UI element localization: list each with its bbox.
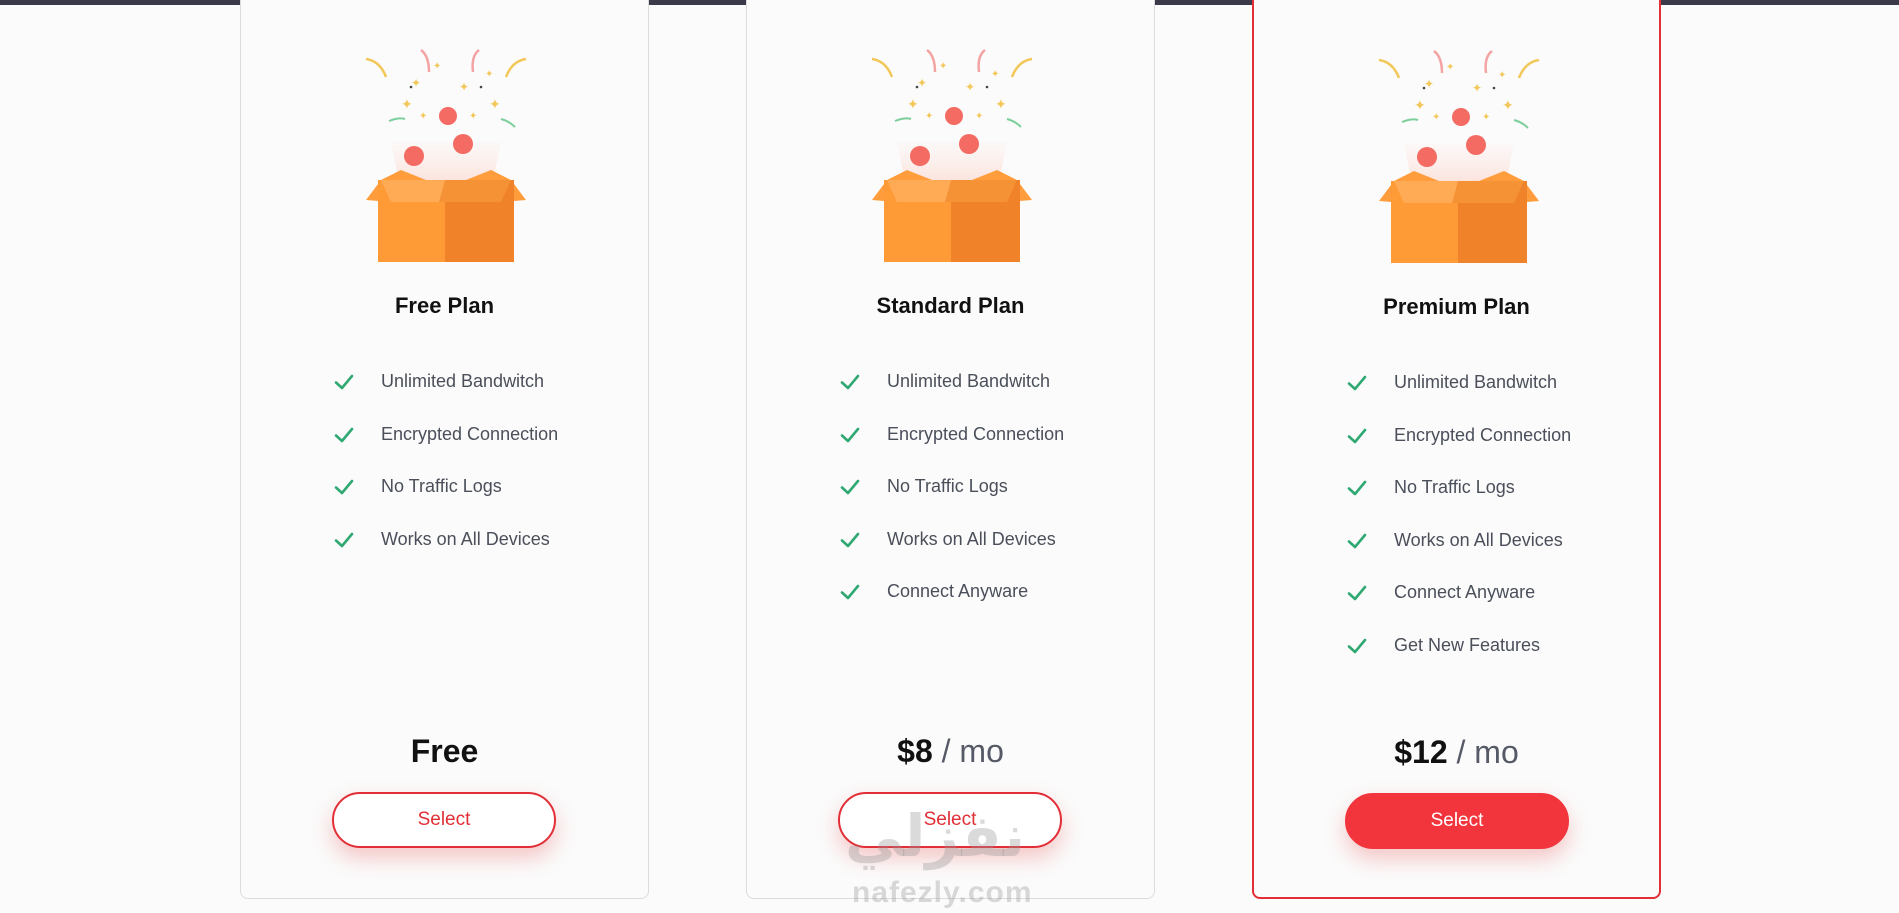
feature-item: No Traffic Logs [333,474,558,527]
feature-label: Connect Anyware [1394,582,1536,603]
svg-text:✦: ✦ [1446,62,1454,73]
svg-text:✦: ✦ [433,61,441,72]
feature-list: Unlimited Bandwitch Encrypted Connection… [1346,370,1571,686]
feature-label: Works on All Devices [1394,529,1563,550]
feature-label: Encrypted Connection [887,423,1065,444]
price-amount: $8 [897,733,933,769]
feature-label: Unlimited Bandwitch [887,371,1051,391]
feature-label: Works on All Devices [381,528,550,549]
svg-text:✦: ✦ [401,96,413,112]
plan-card: ✦ ✦ ✦ ✦ ✦ ✦ ✦ ✦ Free Plan Unlimited Band… [240,0,649,899]
feature-label: No Traffic Logs [1394,477,1515,498]
gift-box-icon: ✦ ✦ ✦ ✦ ✦ ✦ ✦ ✦ [361,47,531,262]
check-icon [839,424,861,446]
watermark: nafezly.com [852,876,1033,909]
feature-label: Unlimited Bandwitch [1394,372,1558,392]
gift-box-icon: ✦ ✦ ✦ ✦ ✦ ✦ ✦ ✦ [1374,48,1544,263]
price-period: / mo [1456,734,1519,770]
price-period: / mo [941,733,1004,769]
check-icon [333,529,355,551]
check-icon [839,476,861,498]
check-icon [1346,425,1368,447]
feature-label: Connect Anyware [887,581,1029,602]
feature-item: Works on All Devices [333,527,558,580]
svg-text:✦: ✦ [489,96,501,112]
svg-text:✦: ✦ [1498,70,1506,81]
feature-item: No Traffic Logs [839,474,1064,527]
plan-price: Free [241,733,648,770]
pricing-plans: ✦ ✦ ✦ ✦ ✦ ✦ ✦ ✦ Free Plan Unlimited Band… [0,0,1899,913]
check-icon [839,371,861,393]
feature-item: Encrypted Connection [1346,423,1571,476]
feature-item: No Traffic Logs [1346,475,1571,528]
svg-text:✦: ✦ [419,111,427,122]
plan-title: Free Plan [394,293,495,318]
svg-text:✦: ✦ [1502,97,1514,113]
feature-label: No Traffic Logs [887,476,1008,497]
feature-list: Unlimited Bandwitch Encrypted Connection… [839,369,1064,632]
feature-item: Works on All Devices [839,527,1064,580]
check-icon [1346,635,1368,657]
svg-text:✦: ✦ [411,76,421,90]
svg-text:✦: ✦ [907,96,919,112]
svg-text:✦: ✦ [917,76,927,90]
feature-item: Encrypted Connection [839,422,1064,475]
svg-text:✦: ✦ [1432,112,1440,123]
svg-text:✦: ✦ [459,80,469,94]
feature-item: Connect Anyware [1346,580,1571,633]
check-icon [1346,582,1368,604]
feature-label: Get New Features [1394,634,1541,655]
check-icon [333,476,355,498]
feature-item: Unlimited Bandwitch [333,369,558,422]
plan-title: Premium Plan [1383,294,1530,319]
plan-price: $12 / mo [1254,734,1659,771]
svg-text:✦: ✦ [995,96,1007,112]
check-icon [839,581,861,603]
watermark-arabic: نفزلي [845,802,1026,870]
svg-text:✦: ✦ [1482,112,1490,123]
check-icon [333,371,355,393]
feature-label: Encrypted Connection [381,423,559,444]
svg-text:✦: ✦ [485,69,493,80]
price-amount: $12 [1394,734,1448,770]
check-icon [839,529,861,551]
feature-item: Works on All Devices [1346,528,1571,581]
check-icon [1346,530,1368,552]
gift-box-icon: ✦ ✦ ✦ ✦ ✦ ✦ ✦ ✦ [867,47,1037,262]
feature-list: Unlimited Bandwitch Encrypted Connection… [333,369,558,579]
plan-card: ✦ ✦ ✦ ✦ ✦ ✦ ✦ ✦ Standard Plan Unlimited … [746,0,1155,899]
feature-label: No Traffic Logs [381,476,502,497]
feature-label: Unlimited Bandwitch [381,371,545,391]
svg-text:✦: ✦ [1414,97,1426,113]
price-amount: Free [410,733,479,769]
plan-title: Standard Plan [876,293,1025,318]
feature-label: Encrypted Connection [1394,424,1572,445]
svg-text:✦: ✦ [1472,81,1482,95]
feature-item: Unlimited Bandwitch [839,369,1064,422]
plan-price: $8 / mo [747,733,1154,770]
select-button[interactable]: Select [1345,793,1569,849]
feature-item: Connect Anyware [839,579,1064,632]
check-icon [1346,372,1368,394]
svg-text:✦: ✦ [469,111,477,122]
feature-item: Get New Features [1346,633,1571,686]
select-button[interactable]: Select [332,792,556,848]
svg-text:✦: ✦ [925,111,933,122]
plan-card: ✦ ✦ ✦ ✦ ✦ ✦ ✦ ✦ Premium Plan Unlimited B… [1252,0,1661,899]
feature-item: Unlimited Bandwitch [1346,370,1571,423]
svg-text:✦: ✦ [975,111,983,122]
feature-label: Works on All Devices [887,528,1056,549]
svg-text:✦: ✦ [939,61,947,72]
svg-text:✦: ✦ [965,80,975,94]
svg-text:✦: ✦ [991,69,999,80]
svg-text:✦: ✦ [1424,77,1434,91]
check-icon [333,424,355,446]
check-icon [1346,477,1368,499]
feature-item: Encrypted Connection [333,422,558,475]
